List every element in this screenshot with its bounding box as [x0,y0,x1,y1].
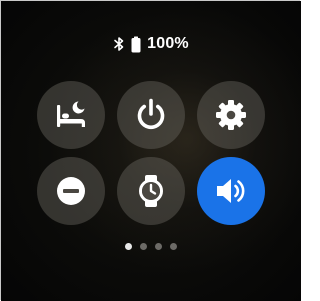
page-dot [170,242,177,250]
do-not-disturb-icon [51,171,91,211]
watch-screen: 100% [1,1,301,301]
watch-only-mode-icon [131,171,171,211]
page-dot [155,242,162,250]
watch-only-mode-button[interactable] [117,157,185,225]
device-frame: 100% [0,0,301,301]
battery-percentage: 100% [147,35,189,52]
settings-gear-icon [211,95,251,135]
sound-on-icon [211,171,251,211]
page-dot-current [125,242,132,250]
power-button[interactable] [117,81,185,149]
do-not-disturb-button[interactable] [37,157,105,225]
bluetooth-icon [113,36,125,52]
power-icon [131,95,171,135]
status-bar: 100% [1,34,301,54]
sound-mode-button[interactable] [197,157,265,225]
page-indicator [1,241,301,251]
settings-button[interactable] [197,81,265,149]
page-dot [140,242,147,250]
bedtime-mode-icon [51,95,91,135]
battery-icon [131,36,141,53]
bedtime-mode-button[interactable] [37,81,105,149]
